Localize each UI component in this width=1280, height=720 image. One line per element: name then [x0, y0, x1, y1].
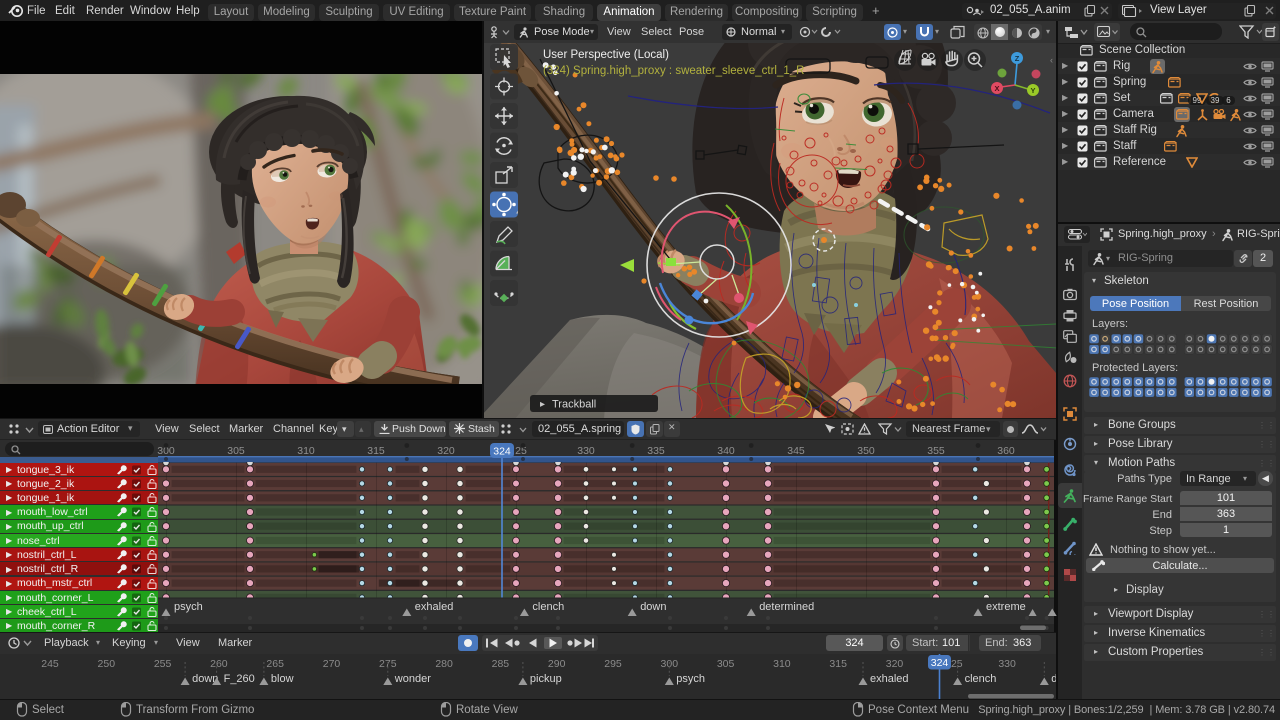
svg-text:310: 310: [297, 445, 315, 457]
svg-text:pickup: pickup: [530, 673, 562, 685]
svg-text:290: 290: [548, 658, 566, 670]
svg-text:psych: psych: [174, 601, 203, 613]
svg-text:320: 320: [437, 445, 455, 457]
svg-text:340: 340: [717, 445, 735, 457]
svg-text:25: 25: [951, 658, 963, 670]
svg-text:335: 335: [647, 445, 665, 457]
svg-text:245: 245: [41, 658, 59, 670]
svg-text:▸: ▸: [540, 399, 545, 410]
svg-text:determined: determined: [759, 601, 814, 613]
svg-text:exhaled: exhaled: [415, 601, 454, 613]
svg-text:X: X: [994, 84, 999, 93]
svg-text:clench: clench: [532, 601, 564, 613]
svg-text:Z: Z: [1015, 54, 1020, 63]
svg-text:F_260: F_260: [224, 673, 255, 685]
svg-text:305: 305: [717, 658, 735, 670]
svg-text:295: 295: [604, 658, 622, 670]
svg-text:250: 250: [98, 658, 116, 670]
svg-text:down: down: [1051, 673, 1056, 685]
svg-text:315: 315: [367, 445, 385, 457]
svg-text:Y: Y: [1030, 86, 1035, 95]
svg-text:User Perspective (Local): User Perspective (Local): [543, 49, 669, 61]
svg-text:315: 315: [829, 658, 847, 670]
svg-text:324: 324: [493, 446, 511, 458]
svg-text:324: 324: [931, 657, 949, 669]
svg-text:270: 270: [323, 658, 341, 670]
svg-text:360: 360: [997, 445, 1015, 457]
svg-text:clench: clench: [965, 673, 997, 685]
svg-text:320: 320: [886, 658, 904, 670]
svg-text:(324) Spring.high_proxy : swea: (324) Spring.high_proxy : sweater_sleeve…: [543, 65, 804, 77]
svg-text:305: 305: [227, 445, 245, 457]
svg-text:blow: blow: [271, 673, 294, 685]
svg-text:285: 285: [492, 658, 510, 670]
svg-text:‹: ‹: [1050, 55, 1053, 65]
svg-text:psych: psych: [676, 673, 705, 685]
svg-text:310: 310: [773, 658, 791, 670]
svg-text:exhaled: exhaled: [870, 673, 909, 685]
svg-text:280: 280: [435, 658, 453, 670]
svg-text:265: 265: [266, 658, 284, 670]
svg-text:extreme: extreme: [986, 601, 1026, 613]
svg-text:345: 345: [787, 445, 805, 457]
svg-text:260: 260: [210, 658, 228, 670]
svg-text:Trackball: Trackball: [552, 399, 596, 411]
svg-text:330: 330: [577, 445, 595, 457]
svg-text:355: 355: [927, 445, 945, 457]
svg-text:255: 255: [154, 658, 172, 670]
svg-text:down: down: [640, 601, 666, 613]
svg-text:350: 350: [857, 445, 875, 457]
svg-text:330: 330: [998, 658, 1016, 670]
svg-text:wonder: wonder: [394, 673, 431, 685]
